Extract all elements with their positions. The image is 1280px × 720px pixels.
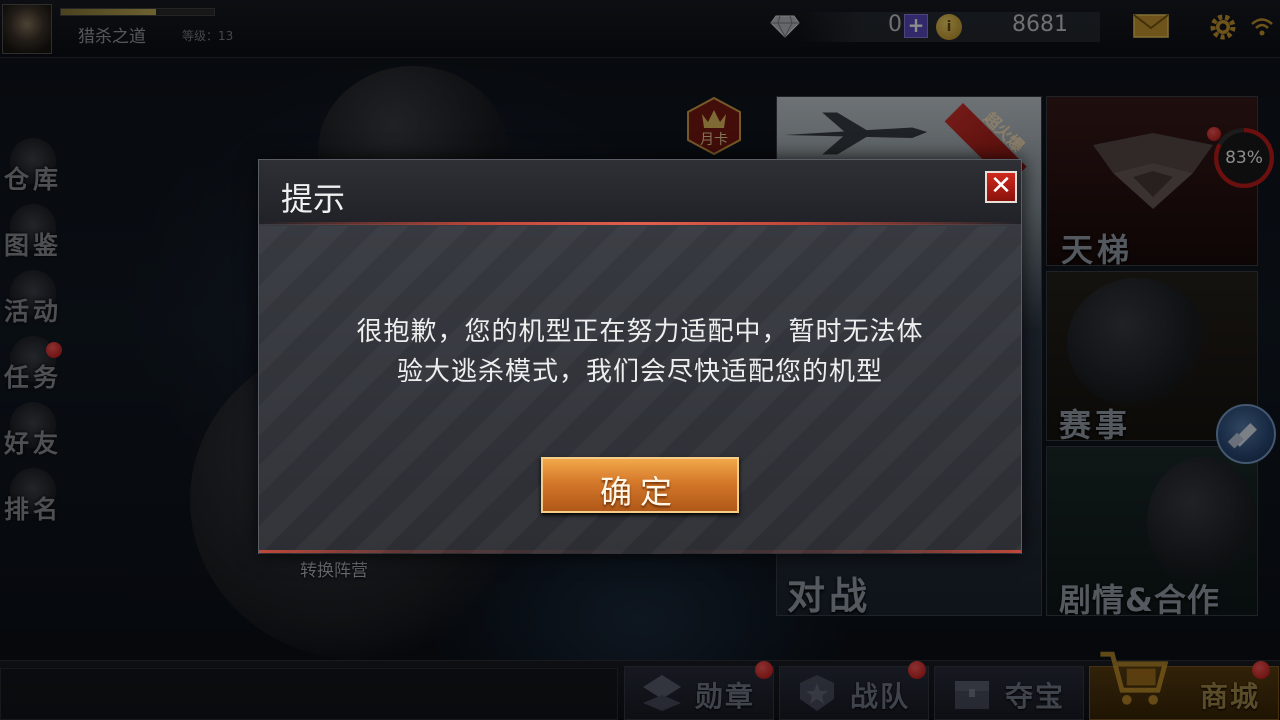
dialog-header: 提示 ✕ — [259, 160, 1021, 224]
notice-dialog: 提示 ✕ 很抱歉，您的机型正在努力适配中，暂时无法体 验大逃杀模式，我们会尽快适… — [258, 159, 1022, 554]
dialog-header-divider — [259, 222, 1021, 225]
dialog-body: 很抱歉，您的机型正在努力适配中，暂时无法体 验大逃杀模式，我们会尽快适配您的机型… — [259, 226, 1021, 554]
dialog-message-line: 验大逃杀模式，我们会尽快适配您的机型 — [396, 357, 883, 387]
dialog-message: 很抱歉，您的机型正在努力适配中，暂时无法体 验大逃杀模式，我们会尽快适配您的机型 — [299, 312, 981, 392]
confirm-button[interactable]: 确定 — [541, 457, 739, 513]
confirm-button-label: 确定 — [599, 473, 680, 511]
dialog-bottom-divider — [259, 550, 1021, 553]
close-button[interactable]: ✕ — [985, 171, 1017, 203]
dialog-message-line: 很抱歉，您的机型正在努力适配中，暂时无法体 — [356, 317, 924, 347]
dialog-title: 提示 — [281, 180, 346, 218]
